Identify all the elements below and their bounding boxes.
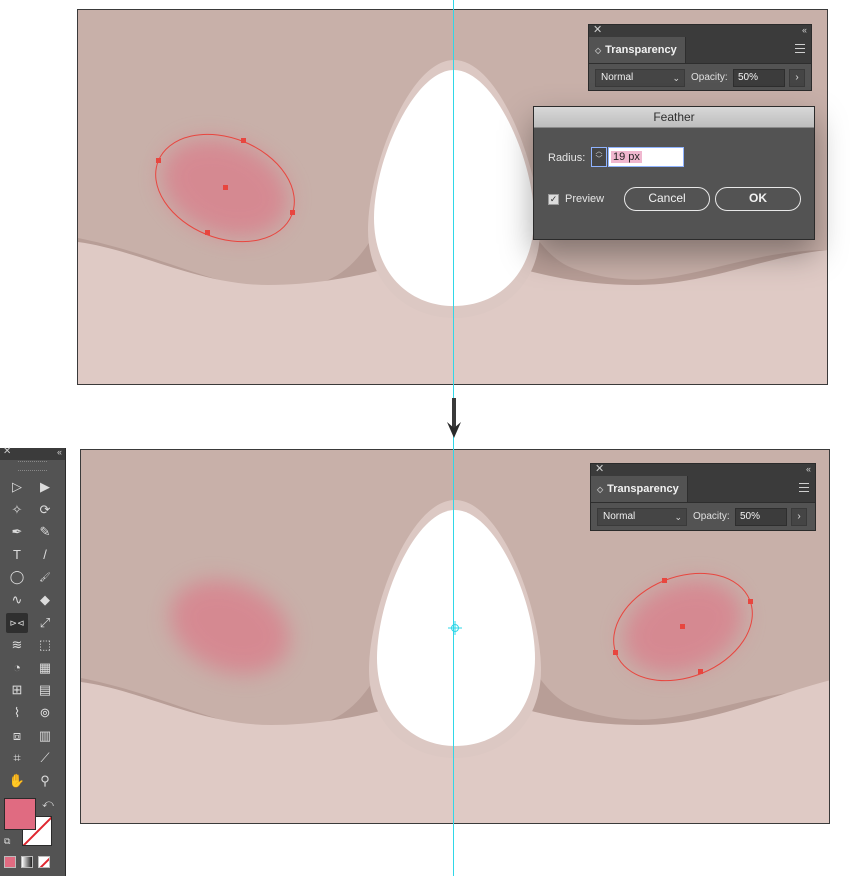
artboard-tool-icon[interactable]: ⌗ — [6, 748, 28, 768]
transparency-panel-top[interactable]: ✕ ‹‹ ◇ Transparency Normal ⌄ Opacity: 50… — [588, 24, 812, 91]
tab-label: Transparency — [607, 483, 679, 495]
opacity-input[interactable]: 50% — [733, 69, 785, 87]
opacity-slider-button[interactable]: › — [791, 508, 807, 526]
color-mode-buttons — [4, 856, 50, 868]
tools-titlebar[interactable]: ✕ ‹‹ — [0, 446, 65, 460]
color-mode-button[interactable] — [4, 856, 16, 868]
swap-fill-stroke-icon[interactable]: ⤺ — [42, 798, 54, 811]
ellipse-tool-icon[interactable]: ◯ — [6, 567, 28, 587]
feather-dialog[interactable]: Feather Radius: ︿ ﹀ 19 px ✓ Preview Canc… — [533, 106, 815, 240]
chevron-down-icon: ⌄ — [674, 512, 682, 522]
transparency-panel-bottom[interactable]: ✕ ‹‹ ◇ Transparency Normal ⌄ Opacity: 50… — [590, 463, 816, 531]
panel-titlebar[interactable]: ✕ ‹‹ — [589, 23, 811, 37]
gradient-mode-button[interactable] — [21, 856, 33, 868]
anchor-point — [241, 138, 246, 143]
anchor-point — [662, 578, 667, 583]
free-transform-tool-icon[interactable]: ⬚ — [34, 635, 56, 655]
chevron-up-icon[interactable]: ︿ — [592, 148, 606, 156]
anchor-point — [205, 230, 210, 235]
column-graph-tool-icon[interactable]: ▥ — [34, 726, 56, 746]
blend-mode-select[interactable]: Normal ⌄ — [597, 508, 687, 526]
opacity-label: Opacity: — [693, 511, 730, 522]
cancel-button[interactable]: Cancel — [624, 187, 710, 211]
tools-panel[interactable]: ✕ ‹‹ ▷ ▶ ✧ ⟳ ✒ ✎ T / ◯ 🖌 ∿ ◆ ⊳⊲ ⤢ ≋ ⬚ ◔ ▦ ⊞ ▤ ⌇ ⊚ ⧈ ▥ ⌗ ⟋ ✋ ⚲ ⤺ ⧉ — [0, 446, 66, 876]
default-colors-icon[interactable]: ⧉ — [4, 836, 10, 847]
eraser-tool-icon[interactable]: ◆ — [34, 590, 56, 610]
direct-selection-tool-icon[interactable]: ▶ — [34, 477, 56, 497]
anchor-point — [613, 650, 618, 655]
lasso-tool-icon[interactable]: ⟳ — [34, 500, 56, 520]
opacity-input[interactable]: 50% — [735, 508, 787, 526]
preview-checkbox-row[interactable]: ✓ Preview — [548, 193, 604, 205]
scale-tool-icon[interactable]: ⤢ — [34, 613, 56, 633]
down-arrow-icon — [447, 398, 461, 438]
tab-transparency[interactable]: ◇ Transparency — [591, 476, 688, 502]
blend-mode-value: Normal — [601, 72, 634, 83]
close-icon[interactable]: ✕ — [3, 446, 11, 457]
close-icon[interactable]: ✕ — [593, 23, 602, 37]
radius-stepper[interactable]: ︿ ﹀ — [591, 147, 607, 167]
panel-grip[interactable] — [18, 461, 47, 471]
dialog-title: Feather — [534, 107, 814, 128]
chevron-down-icon: ⌄ — [672, 73, 680, 83]
collapse-icon[interactable]: ‹‹ — [57, 447, 62, 457]
tab-transparency[interactable]: ◇ Transparency — [589, 37, 686, 63]
none-mode-button[interactable] — [38, 856, 50, 868]
warp-tool-icon[interactable]: ≋ — [6, 635, 28, 655]
shaper-tool-icon[interactable]: ∿ — [6, 590, 28, 610]
tab-grip-icon: ◇ — [597, 484, 604, 494]
collapse-icon[interactable]: ‹‹ — [806, 463, 811, 475]
tab-grip-icon: ◇ — [595, 45, 602, 55]
line-segment-tool-icon[interactable]: / — [34, 545, 56, 565]
radius-input[interactable]: 19 px — [608, 147, 684, 167]
center-point — [680, 624, 685, 629]
color-swatches: ⤺ ⧉ — [4, 798, 60, 850]
panel-titlebar[interactable]: ✕ ‹‹ — [591, 462, 815, 476]
collapse-icon[interactable]: ‹‹ — [802, 24, 807, 36]
anchor-point — [748, 599, 753, 604]
ok-button[interactable]: OK — [715, 187, 801, 211]
radius-value: 19 px — [611, 151, 642, 163]
slice-tool-icon[interactable]: ⟋ — [34, 748, 56, 768]
close-icon[interactable]: ✕ — [595, 462, 604, 476]
pen-tool-icon[interactable]: ✒ — [6, 522, 28, 542]
preview-label: Preview — [565, 193, 605, 205]
anchor-point — [156, 158, 161, 163]
anchor-point — [290, 210, 295, 215]
panel-menu-icon[interactable] — [795, 44, 805, 53]
paintbrush-tool-icon[interactable]: 🖌 — [34, 567, 56, 587]
type-tool-icon[interactable]: T — [6, 545, 28, 565]
reflect-tool-icon[interactable]: ⊳⊲ — [6, 612, 28, 633]
center-point — [223, 185, 228, 190]
panel-menu-icon[interactable] — [799, 483, 809, 492]
perspective-grid-tool-icon[interactable]: ▦ — [34, 658, 56, 678]
eyedropper-tool-icon[interactable]: ⌇ — [6, 703, 28, 723]
magic-wand-tool-icon[interactable]: ✧ — [6, 500, 28, 520]
tab-label: Transparency — [605, 44, 677, 56]
gradient-tool-icon[interactable]: ▤ — [34, 680, 56, 700]
fill-swatch[interactable] — [4, 798, 36, 830]
shape-builder-tool-icon[interactable]: ◔ — [6, 658, 28, 678]
blend-tool-icon[interactable]: ⊚ — [34, 703, 56, 723]
symbol-sprayer-tool-icon[interactable]: ⧈ — [6, 726, 28, 746]
opacity-label: Opacity: — [691, 72, 728, 83]
anchor-point — [698, 669, 703, 674]
mesh-tool-icon[interactable]: ⊞ — [6, 680, 28, 700]
radius-label: Radius: — [548, 152, 586, 164]
blend-mode-value: Normal — [603, 511, 636, 522]
preview-checkbox[interactable]: ✓ — [548, 193, 559, 205]
opacity-slider-button[interactable]: › — [789, 69, 805, 87]
curvature-tool-icon[interactable]: ✎ — [34, 522, 56, 542]
chevron-down-icon[interactable]: ﹀ — [592, 156, 606, 164]
blend-mode-select[interactable]: Normal ⌄ — [595, 69, 685, 87]
hand-tool-icon[interactable]: ✋ — [6, 771, 28, 791]
zoom-tool-icon[interactable]: ⚲ — [34, 771, 56, 791]
selection-tool-icon[interactable]: ▷ — [6, 477, 28, 497]
